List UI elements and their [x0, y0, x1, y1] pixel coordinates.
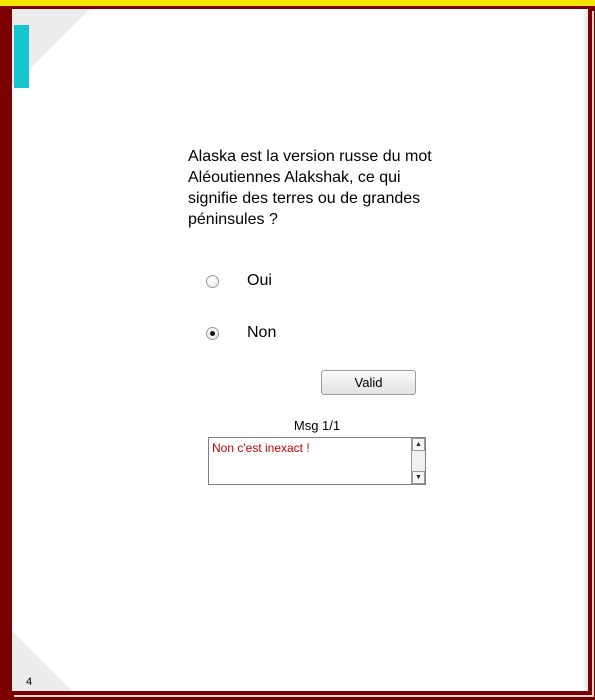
question-line: signifie des terres ou de grandes	[188, 190, 421, 207]
message-scrollbar[interactable]: ▲ ▼	[411, 438, 425, 484]
question-text: Alaska est la version russe du mot Aléou…	[188, 146, 508, 230]
option-oui[interactable]: Oui	[206, 271, 272, 291]
bookmark-tab	[14, 25, 29, 88]
question-line: péninsules ?	[188, 211, 278, 228]
question-line: Alaska est la version russe du mot	[188, 148, 432, 165]
message-box[interactable]: Non c'est inexact ! ▲ ▼	[208, 437, 426, 485]
top-stripe	[0, 0, 595, 6]
quiz-page: Alaska est la version russe du mot Aléou…	[12, 9, 588, 691]
page-number: 4	[26, 676, 33, 688]
page-corner-fold-bottom	[12, 631, 72, 691]
app-frame: Alaska est la version russe du mot Aléou…	[0, 0, 595, 700]
option-non[interactable]: Non	[206, 323, 276, 343]
option-oui-label[interactable]: Oui	[247, 272, 272, 290]
message-text: Non c'est inexact !	[212, 441, 310, 455]
scroll-up-icon[interactable]: ▲	[412, 438, 425, 451]
scroll-down-icon[interactable]: ▼	[412, 471, 425, 484]
page-edge	[582, 9, 588, 691]
option-non-label[interactable]: Non	[247, 324, 276, 342]
radio-oui[interactable]	[206, 274, 219, 288]
radio-non[interactable]	[206, 326, 219, 340]
message-counter: Msg 1/1	[293, 418, 341, 433]
valid-button[interactable]: Valid	[321, 370, 416, 395]
question-line: Aléoutiennes Alakshak, ce qui	[188, 169, 401, 186]
